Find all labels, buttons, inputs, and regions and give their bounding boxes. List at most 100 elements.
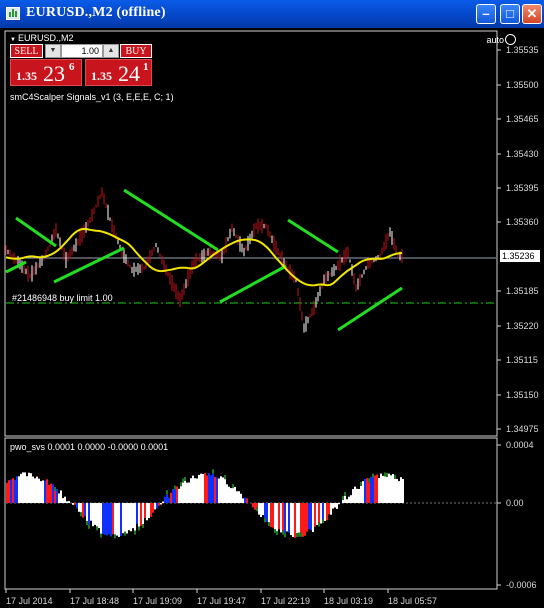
oscillator-bar — [168, 497, 170, 503]
symbol-label[interactable]: EURUSD.,M2 — [10, 33, 74, 43]
oscillator-bar — [106, 503, 108, 536]
oscillator-bar — [296, 533, 298, 537]
oscillator-bar — [304, 503, 306, 536]
oscillator-bar — [178, 488, 180, 503]
oscillator-bar — [174, 485, 176, 490]
buy-price-big: 24 — [118, 61, 140, 86]
oscillator-bar — [246, 498, 248, 503]
price-tick: 1.35360 — [506, 217, 539, 227]
oscillator-bar — [6, 482, 8, 503]
oscillator-bar — [258, 503, 260, 515]
price-candles — [5, 187, 403, 333]
oscillator-bar — [388, 473, 390, 503]
oscillator-bar — [156, 503, 158, 509]
oscillator-bar — [226, 484, 228, 503]
sell-button[interactable]: SELL — [10, 44, 43, 58]
oscillator-bar — [84, 503, 86, 517]
oscillator-bar — [188, 482, 190, 503]
oscillator-bar — [366, 478, 368, 503]
oscillator-bar — [8, 480, 10, 503]
oscillator-bar — [318, 522, 320, 527]
oscillator-bar — [232, 484, 234, 489]
minimize-icon[interactable]: – — [476, 4, 496, 24]
oscillator-bar — [264, 503, 266, 519]
buy-price-box[interactable]: 1.35 24 1 — [85, 59, 152, 86]
oscillator-bar — [386, 472, 388, 477]
oscillator-bar — [96, 503, 98, 527]
oscillator-bar — [336, 503, 338, 509]
title-bar[interactable]: EURUSD.,M2 (offline) – □ ✕ — [0, 0, 544, 28]
oscillator-bar — [110, 503, 112, 537]
oscillator-bar — [76, 503, 78, 509]
lot-decrease-icon[interactable]: ▼ — [45, 44, 61, 58]
oscillator-bar — [236, 491, 238, 503]
oscillator-bar — [182, 482, 184, 503]
time-tick: 17 Jul 19:47 — [197, 596, 247, 606]
oscillator-bar — [150, 503, 152, 517]
oscillator-bar — [90, 503, 92, 521]
oscillator-bar — [122, 503, 124, 534]
time-tick: 18 Jul 03:19 — [324, 596, 374, 606]
oscillator-bar — [134, 530, 136, 535]
oscillator-bar — [228, 486, 230, 503]
osc-axis-tick: -0.0006 — [506, 580, 537, 590]
oscillator-bar — [144, 503, 146, 518]
time-tick: 17 Jul 2014 — [6, 596, 53, 606]
time-tick: 17 Jul 22:19 — [261, 596, 311, 606]
chart-area[interactable]: EURUSD.,M2 auto SELL ▼ 1.00 ▲ BUY 1.35 2… — [4, 30, 540, 608]
oscillator-bar — [318, 503, 320, 523]
oscillator-bar — [50, 483, 52, 503]
oscillator-bar — [194, 478, 196, 503]
lot-increase-icon[interactable]: ▲ — [103, 44, 119, 58]
oscillator-bar — [142, 524, 144, 528]
lot-size-input[interactable]: 1.00 — [61, 44, 103, 58]
oscillator-bar — [164, 496, 166, 503]
oscillator-bar — [298, 532, 300, 537]
oscillator-bar — [376, 474, 378, 503]
oscillator-bar — [190, 478, 192, 503]
oscillator-bar — [350, 495, 352, 503]
oscillator-bar — [238, 491, 240, 503]
oscillator-bar — [314, 503, 316, 527]
maximize-icon[interactable]: □ — [500, 4, 520, 24]
chart-canvas[interactable] — [4, 30, 540, 608]
oscillator-bar — [42, 480, 44, 503]
oscillator-bar — [18, 476, 20, 503]
oscillator-bar — [98, 503, 100, 529]
oscillator-bar — [32, 476, 34, 503]
autoscroll-label[interactable]: auto — [486, 35, 504, 45]
oscillator-bar — [58, 493, 60, 503]
oscillator-bar — [132, 503, 134, 529]
oscillator-bar — [284, 533, 286, 538]
oscillator-bar — [372, 477, 374, 503]
oscillator-bar — [146, 503, 148, 521]
oscillator-bar — [60, 490, 62, 503]
sell-price-box[interactable]: 1.35 23 6 — [10, 59, 82, 86]
oscillator-bar — [78, 503, 80, 512]
expert-smiley-icon — [505, 34, 516, 45]
signal-line — [219, 264, 287, 304]
oscillator-bar — [384, 476, 386, 503]
oscillator-bar — [56, 488, 58, 503]
oscillator-bar — [330, 503, 332, 515]
oscillator-bar — [268, 503, 270, 523]
signal-line — [15, 216, 57, 248]
oscillator-bar — [138, 526, 140, 531]
price-tick: 1.34975 — [506, 424, 539, 434]
oscillator-bar — [184, 477, 186, 481]
close-icon[interactable]: ✕ — [522, 4, 542, 24]
order-label[interactable]: #21486948 buy limit 1.00 — [12, 293, 113, 303]
oscillator-bar — [128, 503, 130, 531]
current-price-label: 1.35236 — [500, 250, 540, 262]
oscillator-bar — [204, 472, 206, 503]
oscillator-bar — [316, 503, 318, 525]
oscillator-bar — [270, 503, 272, 527]
buy-button[interactable]: BUY — [120, 44, 152, 58]
oscillator-bar — [80, 512, 82, 517]
oscillator-bar — [114, 534, 116, 539]
oscillator-bar — [158, 503, 160, 506]
oscillator-bar — [240, 493, 242, 503]
oscillator-bar — [328, 503, 330, 515]
oscillator-bar — [382, 475, 384, 503]
oscillator-bar — [356, 488, 358, 503]
